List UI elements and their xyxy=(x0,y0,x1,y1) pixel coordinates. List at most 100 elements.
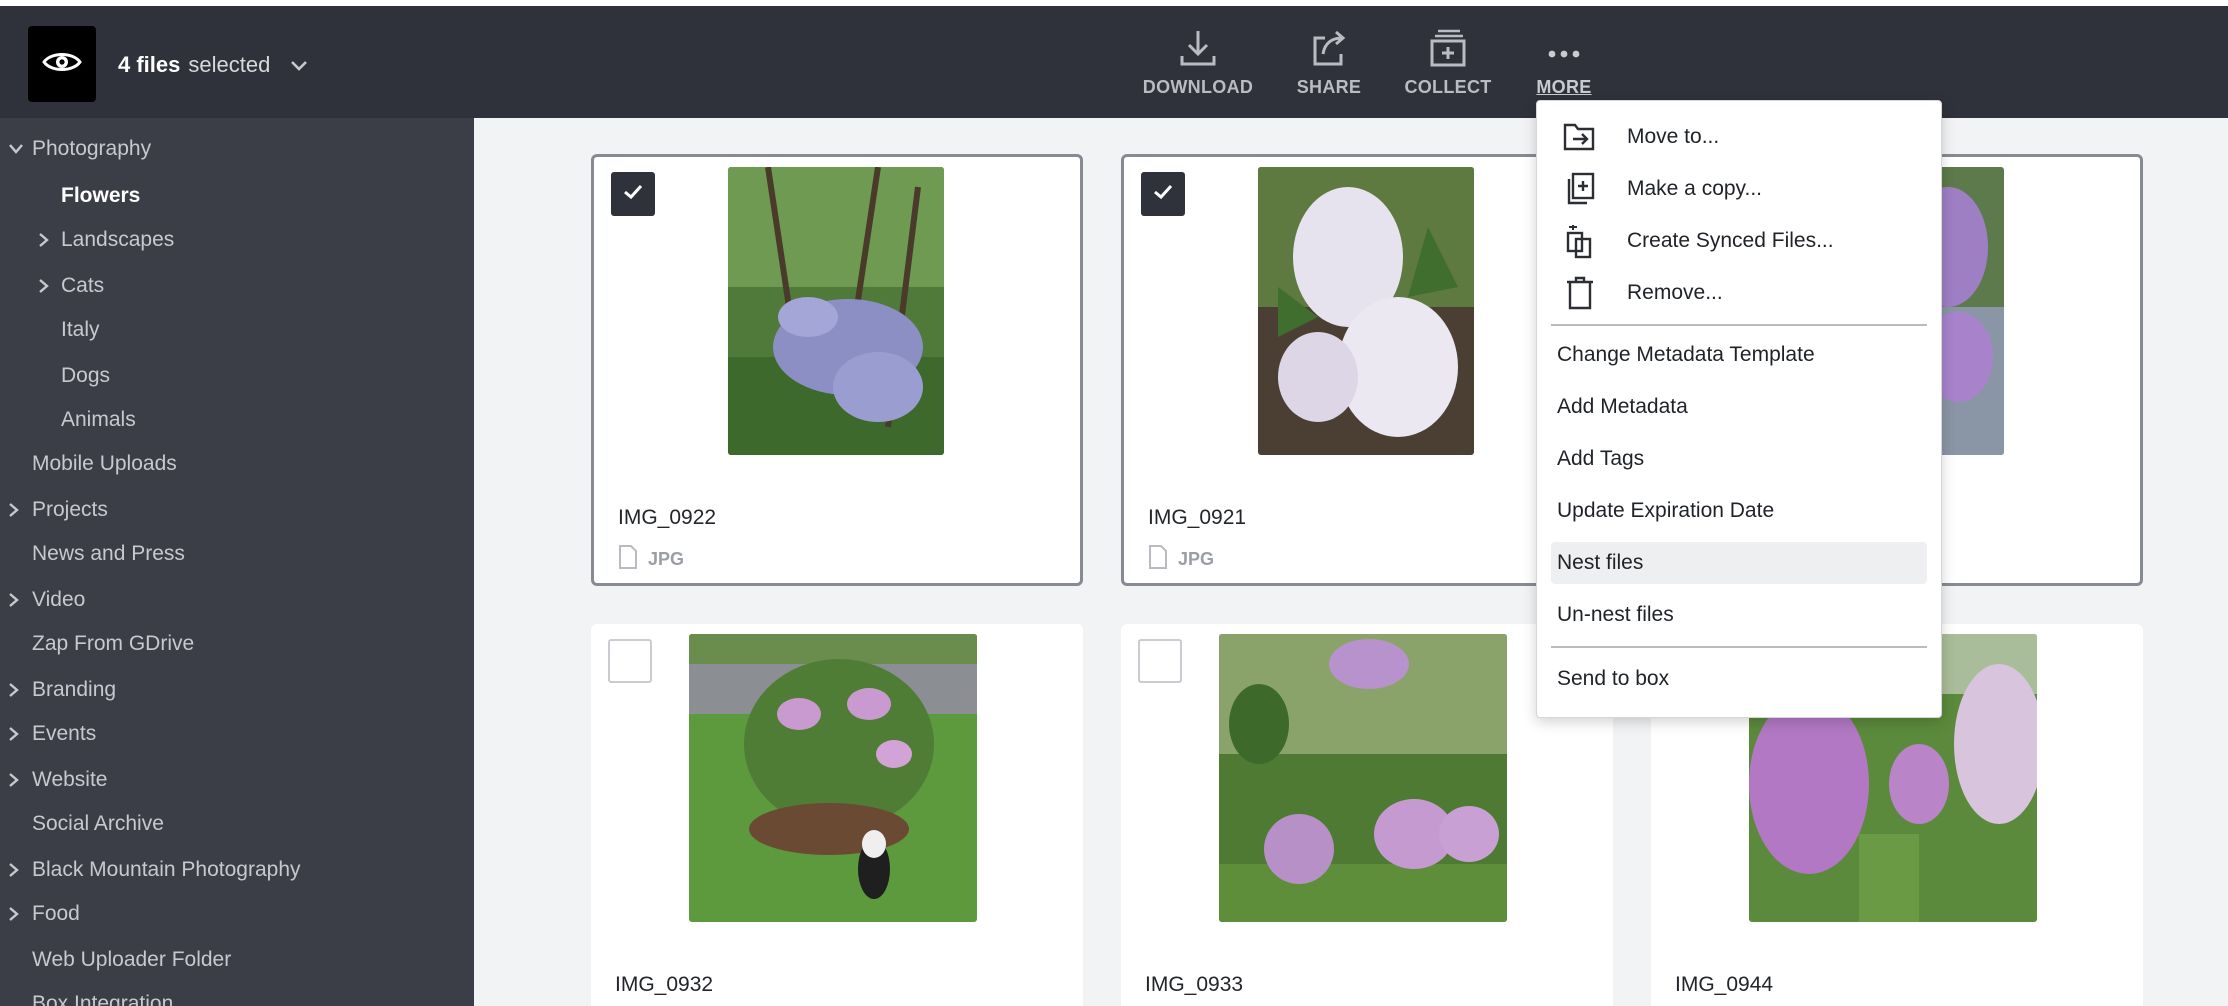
chevron-right-icon[interactable] xyxy=(4,680,24,700)
collect-label: COLLECT xyxy=(1404,77,1492,97)
sidebar-item-website[interactable]: Website xyxy=(0,762,107,798)
sidebar-item-label: Box Integration xyxy=(32,992,174,1006)
thumbnail-image[interactable] xyxy=(728,167,944,455)
sidebar-item-events[interactable]: Events xyxy=(0,716,96,752)
menu-item-update-expiration-date[interactable]: Update Expiration Date xyxy=(1551,490,1927,532)
sidebar-item-label: Web Uploader Folder xyxy=(32,948,232,971)
chevron-right-icon[interactable] xyxy=(4,904,24,924)
menu-divider xyxy=(1551,324,1927,326)
sidebar-item-photography[interactable]: Photography xyxy=(0,131,151,167)
download-icon xyxy=(1178,28,1218,73)
select-checkbox[interactable] xyxy=(1138,639,1182,683)
menu-item-make-a-copy[interactable]: Make a copy... xyxy=(1551,168,1927,210)
selection-suffix: selected xyxy=(188,52,271,77)
thumbnail-image[interactable] xyxy=(1219,634,1507,922)
sidebar-item-zap-from-gdrive[interactable]: Zap From GDrive xyxy=(0,626,194,662)
chevron-down-icon[interactable] xyxy=(6,139,26,159)
sidebar-item-food[interactable]: Food xyxy=(0,896,80,932)
sidebar-item-video[interactable]: Video xyxy=(0,582,85,618)
more-button[interactable]: MORE xyxy=(1499,28,1629,98)
chevron-down-icon xyxy=(290,52,308,78)
sidebar-item-label: Projects xyxy=(32,498,108,521)
checkmark-icon xyxy=(623,184,643,205)
share-button[interactable]: SHARE xyxy=(1264,28,1394,98)
menu-item-remove[interactable]: Remove... xyxy=(1551,272,1927,314)
menu-item-label: Add Metadata xyxy=(1557,395,1688,418)
sidebar-item-label: Photography xyxy=(32,137,152,160)
menu-item-create-synced-files[interactable]: Create Synced Files... xyxy=(1551,220,1927,262)
select-checkbox[interactable] xyxy=(1141,172,1185,216)
sidebar-item-italy[interactable]: Italy xyxy=(0,312,100,348)
chevron-right-icon[interactable] xyxy=(4,770,24,790)
chevron-right-icon[interactable] xyxy=(34,230,54,250)
menu-item-change-metadata-template[interactable]: Change Metadata Template xyxy=(1551,334,1927,376)
selection-count: 4 files xyxy=(118,52,181,77)
file-name: IMG_0922 xyxy=(618,506,717,529)
menu-item-add-tags[interactable]: Add Tags xyxy=(1551,438,1927,480)
sidebar-item-box-integration[interactable]: Box Integration xyxy=(0,986,173,1006)
thumbnail-image[interactable] xyxy=(689,634,977,922)
menu-item-label: Update Expiration Date xyxy=(1557,499,1775,522)
sidebar-item-news-and-press[interactable]: News and Press xyxy=(0,536,185,572)
selection-dropdown[interactable]: 4 files selected xyxy=(118,52,308,78)
sidebar-item-cats[interactable]: Cats xyxy=(0,268,104,304)
sidebar-item-label: Cats xyxy=(61,274,105,297)
sidebar-item-label: Branding xyxy=(32,678,117,701)
chevron-right-icon[interactable] xyxy=(34,276,54,296)
collect-button[interactable]: COLLECT xyxy=(1383,28,1513,98)
trash-icon xyxy=(1563,275,1597,311)
download-button[interactable]: DOWNLOAD xyxy=(1133,28,1263,98)
menu-item-add-metadata[interactable]: Add Metadata xyxy=(1551,386,1927,428)
sidebar-item-label: Italy xyxy=(61,318,100,341)
menu-item-label: Add Tags xyxy=(1557,447,1645,470)
collect-icon xyxy=(1428,28,1468,73)
sidebar-item-label: Landscapes xyxy=(61,228,175,251)
share-label: SHARE xyxy=(1296,77,1362,97)
thumbnail-image[interactable] xyxy=(1258,167,1474,455)
sidebar-item-label: Animals xyxy=(61,408,136,431)
sidebar-item-web-uploader-folder[interactable]: Web Uploader Folder xyxy=(0,942,231,978)
sidebar-item-label: Zap From GDrive xyxy=(32,632,195,655)
file-type: JPG xyxy=(1148,545,1214,574)
select-checkbox[interactable] xyxy=(608,639,652,683)
share-icon xyxy=(1309,28,1349,73)
select-checkbox[interactable] xyxy=(611,172,655,216)
menu-item-move-to[interactable]: Move to... xyxy=(1551,116,1927,158)
sidebar-item-dogs[interactable]: Dogs xyxy=(0,358,110,394)
sidebar-item-social-archive[interactable]: Social Archive xyxy=(0,806,164,842)
chevron-right-icon[interactable] xyxy=(4,500,24,520)
sidebar-item-landscapes[interactable]: Landscapes xyxy=(0,222,174,258)
sidebar-item-projects[interactable]: Projects xyxy=(0,492,108,528)
menu-item-label: Send to box xyxy=(1557,667,1670,690)
file-type-label: JPG xyxy=(1178,549,1215,569)
sidebar-item-black-mountain-photography[interactable]: Black Mountain Photography xyxy=(0,852,301,888)
file-name: IMG_0933 xyxy=(1145,973,1244,996)
sidebar-item-label: Website xyxy=(32,768,108,791)
file-card-img-0932[interactable]: IMG_0932 xyxy=(591,624,1083,1006)
menu-divider xyxy=(1551,646,1927,648)
file-icon xyxy=(618,545,638,574)
sidebar-item-label: Social Archive xyxy=(32,812,164,835)
chevron-right-icon[interactable] xyxy=(4,724,24,744)
file-card-img-0922[interactable]: IMG_0922 JPG xyxy=(591,154,1083,586)
menu-item-send-to-box[interactable]: Send to box xyxy=(1551,658,1927,700)
menu-item-label: Create Synced Files... xyxy=(1627,229,1834,252)
app-logo[interactable] xyxy=(28,26,96,102)
checkmark-icon xyxy=(1153,184,1173,205)
sidebar-item-animals[interactable]: Animals xyxy=(0,402,136,438)
sidebar-item-label: News and Press xyxy=(32,542,185,565)
menu-item-un-nest-files[interactable]: Un-nest files xyxy=(1551,594,1927,636)
download-label: DOWNLOAD xyxy=(1142,77,1254,97)
move-folder-icon xyxy=(1563,119,1597,155)
menu-item-nest-files[interactable]: Nest files xyxy=(1551,542,1927,584)
menu-item-label: Move to... xyxy=(1627,125,1720,148)
menu-item-label: Remove... xyxy=(1627,281,1723,304)
sidebar-item-flowers[interactable]: Flowers xyxy=(0,178,140,214)
file-name: IMG_0921 xyxy=(1148,506,1247,529)
sidebar-item-label: Food xyxy=(32,902,80,925)
sidebar-item-branding[interactable]: Branding xyxy=(0,672,116,708)
sidebar-item-mobile-uploads[interactable]: Mobile Uploads xyxy=(0,446,177,482)
chevron-right-icon[interactable] xyxy=(4,590,24,610)
file-type-label: JPG xyxy=(648,549,685,569)
chevron-right-icon[interactable] xyxy=(4,860,24,880)
